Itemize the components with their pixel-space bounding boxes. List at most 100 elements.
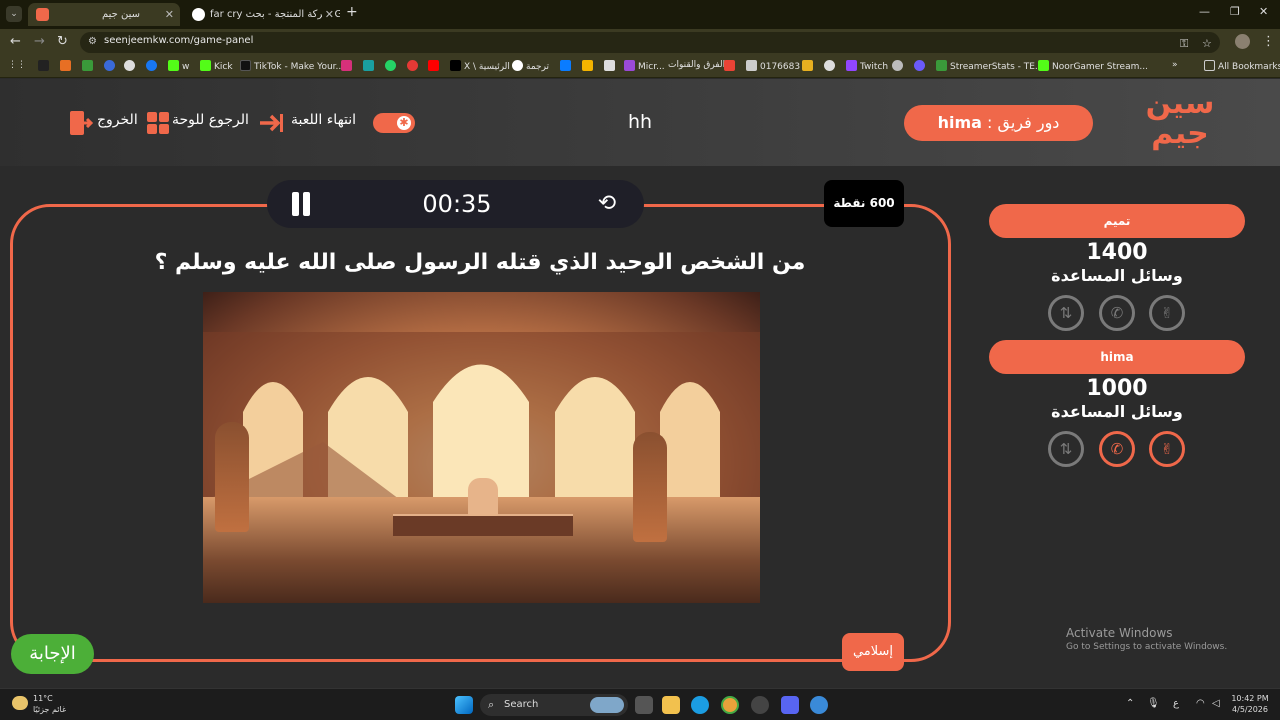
end-game-toggle[interactable]: ✱: [373, 113, 415, 133]
chrome-icon[interactable]: [721, 696, 739, 714]
bookmark-icon-p[interactable]: [363, 60, 377, 72]
bookmark-icon-drive[interactable]: [582, 60, 596, 72]
ime-indicator[interactable]: ع: [1173, 698, 1179, 709]
bookmarks-overflow-icon[interactable]: »: [1172, 60, 1178, 70]
tab-google-search[interactable]: far cry شركة المنتجة - بحث Goog ✕: [184, 3, 340, 26]
end-game-link[interactable]: انتهاء اللعبة: [291, 112, 356, 128]
game-title: hh: [627, 111, 653, 133]
swap-icon[interactable]: ⇅: [1048, 431, 1084, 467]
bookmark-icon-r2[interactable]: [104, 60, 118, 72]
bookmark-twitch[interactable]: Twitch: [846, 60, 888, 72]
volume-icon[interactable]: ◁: [1212, 698, 1220, 709]
answer-button[interactable]: الإجابة: [11, 634, 94, 674]
wifi-icon[interactable]: ◠: [1196, 698, 1205, 709]
discord-icon[interactable]: [781, 696, 799, 714]
bookmark-icon-r[interactable]: [38, 60, 52, 72]
back-icon[interactable]: ←: [10, 34, 21, 49]
all-bookmarks[interactable]: All Bookmarks: [1204, 60, 1280, 72]
peace-hand-icon[interactable]: ✌: [1149, 431, 1185, 467]
edge-icon[interactable]: [691, 696, 709, 714]
board-grid-icon[interactable]: [147, 112, 169, 134]
close-window-button[interactable]: ✕: [1259, 5, 1268, 18]
search-highlight-icon: [590, 697, 624, 713]
browser-tab-strip: ⌄ سين جيم ✕ far cry شركة المنتجة - بحث G…: [0, 0, 1280, 29]
turn-team-name: hima: [937, 113, 982, 132]
site-info-icon[interactable]: ⚙: [88, 36, 100, 48]
bookmark-icon-y[interactable]: [407, 60, 421, 72]
microphone-icon[interactable]: 🎙: [1147, 698, 1160, 709]
password-key-icon[interactable]: ⚿: [1180, 37, 1188, 51]
bookmark-whatsapp-icon[interactable]: [385, 60, 399, 72]
windows-start-icon[interactable]: [455, 696, 473, 714]
partly-cloudy-icon: [12, 696, 28, 710]
seenjeem-logo: سين جيم: [1145, 86, 1215, 151]
bookmark-gmail-icon[interactable]: [724, 60, 738, 72]
seenjeem-favicon-icon: [36, 8, 49, 21]
swap-icon[interactable]: ⇅: [1048, 295, 1084, 331]
profile-avatar[interactable]: [1235, 34, 1250, 49]
bookmark-icon-tree[interactable]: [604, 60, 618, 72]
bookmark-icon-purple[interactable]: [914, 60, 928, 72]
system-clock[interactable]: 10:42 PM 4/5/2026: [1228, 693, 1272, 715]
maximize-button[interactable]: ❐: [1230, 5, 1240, 18]
bookmark-kick[interactable]: Kick: [200, 60, 233, 72]
bookmark-noorgamer[interactable]: NoorGamer Stream...: [1038, 60, 1148, 72]
current-turn-badge: دور فريق : hima: [904, 105, 1093, 141]
app-icon-gear[interactable]: [751, 696, 769, 714]
team-aids-label: وسائل المساعدة: [1051, 402, 1183, 421]
file-explorer-icon[interactable]: [662, 696, 680, 714]
bookmark-icon-a[interactable]: [60, 60, 74, 72]
timer-display: 00:35: [422, 190, 492, 218]
close-tab-icon[interactable]: ✕: [321, 3, 334, 26]
bookmark-tiktok[interactable]: TikTok - Make Your...: [240, 60, 344, 72]
tab-search-button[interactable]: ⌄: [6, 6, 22, 22]
bookmark-teams[interactable]: الفرق والقنوات |: [668, 60, 731, 70]
temperature: 11°C: [33, 694, 53, 703]
tab-seenjeem[interactable]: سين جيم ✕: [28, 3, 180, 26]
turn-label: دور فريق :: [987, 113, 1060, 132]
pause-icon[interactable]: [289, 192, 313, 216]
exit-link[interactable]: الخروج: [97, 112, 138, 128]
app-icon-blue[interactable]: [810, 696, 828, 714]
arrow-right-icon[interactable]: [258, 113, 284, 133]
bookmark-icon-globe[interactable]: [892, 60, 906, 72]
peace-hand-icon[interactable]: ✌: [1149, 295, 1185, 331]
bookmark-icon-bolt[interactable]: [802, 60, 816, 72]
bookmark-star-icon[interactable]: ☆: [1202, 37, 1212, 50]
close-tab-icon[interactable]: ✕: [165, 3, 174, 26]
reload-icon[interactable]: ↻: [57, 34, 68, 49]
forward-icon[interactable]: →: [34, 34, 45, 49]
task-view-icon[interactable]: [635, 696, 653, 714]
url-input[interactable]: ⚙ seenjeemkw.com/game-panel ⚿ ☆: [80, 32, 1220, 53]
lantern-left: [215, 422, 249, 532]
bookmark-instagram-icon[interactable]: [341, 60, 355, 72]
phone-icon[interactable]: ✆: [1099, 431, 1135, 467]
bookmark-meta-icon[interactable]: [560, 60, 574, 72]
weather-text: غائم جزئيًا: [33, 705, 67, 714]
bookmark-icon-chart[interactable]: [82, 60, 96, 72]
bookmark-micr[interactable]: Micr...: [624, 60, 665, 72]
activate-windows-watermark: Activate Windows Go to Settings to activ…: [1066, 626, 1228, 652]
browser-menu-icon[interactable]: ⋮: [1262, 34, 1275, 49]
bookmarks-bar: ⋮⋮ w Kick TikTok - Make Your... X \ الرئ…: [0, 56, 1280, 78]
team-score: 1400: [1086, 240, 1148, 265]
bookmark-facebook-icon[interactable]: [146, 60, 160, 72]
reset-timer-icon[interactable]: ⟲: [593, 190, 621, 218]
bookmark-icon-circle2[interactable]: [824, 60, 838, 72]
bookmark-kick-w[interactable]: w: [168, 60, 189, 72]
exit-door-icon[interactable]: [69, 110, 93, 136]
new-tab-button[interactable]: +: [346, 4, 358, 20]
bookmark-streamerstats[interactable]: StreamerStats - TE...: [936, 60, 1044, 72]
phone-icon[interactable]: ✆: [1099, 295, 1135, 331]
apps-grid-icon[interactable]: ⋮⋮: [8, 60, 26, 70]
bookmark-number[interactable]: 0176683: [746, 60, 800, 72]
tray-overflow-icon[interactable]: ⌃: [1126, 698, 1134, 709]
question-image: [203, 292, 760, 603]
taskbar-search[interactable]: ⌕ Search: [480, 694, 628, 716]
minimize-button[interactable]: —: [1199, 5, 1210, 18]
bookmark-youtube-icon[interactable]: [428, 60, 442, 72]
bookmark-x[interactable]: X \ الرئيسية: [450, 60, 510, 72]
bookmark-icon-circle[interactable]: [124, 60, 138, 72]
back-to-board-link[interactable]: الرجوع للوحة: [172, 112, 249, 128]
bookmark-translate[interactable]: ترجمة: [512, 60, 549, 72]
